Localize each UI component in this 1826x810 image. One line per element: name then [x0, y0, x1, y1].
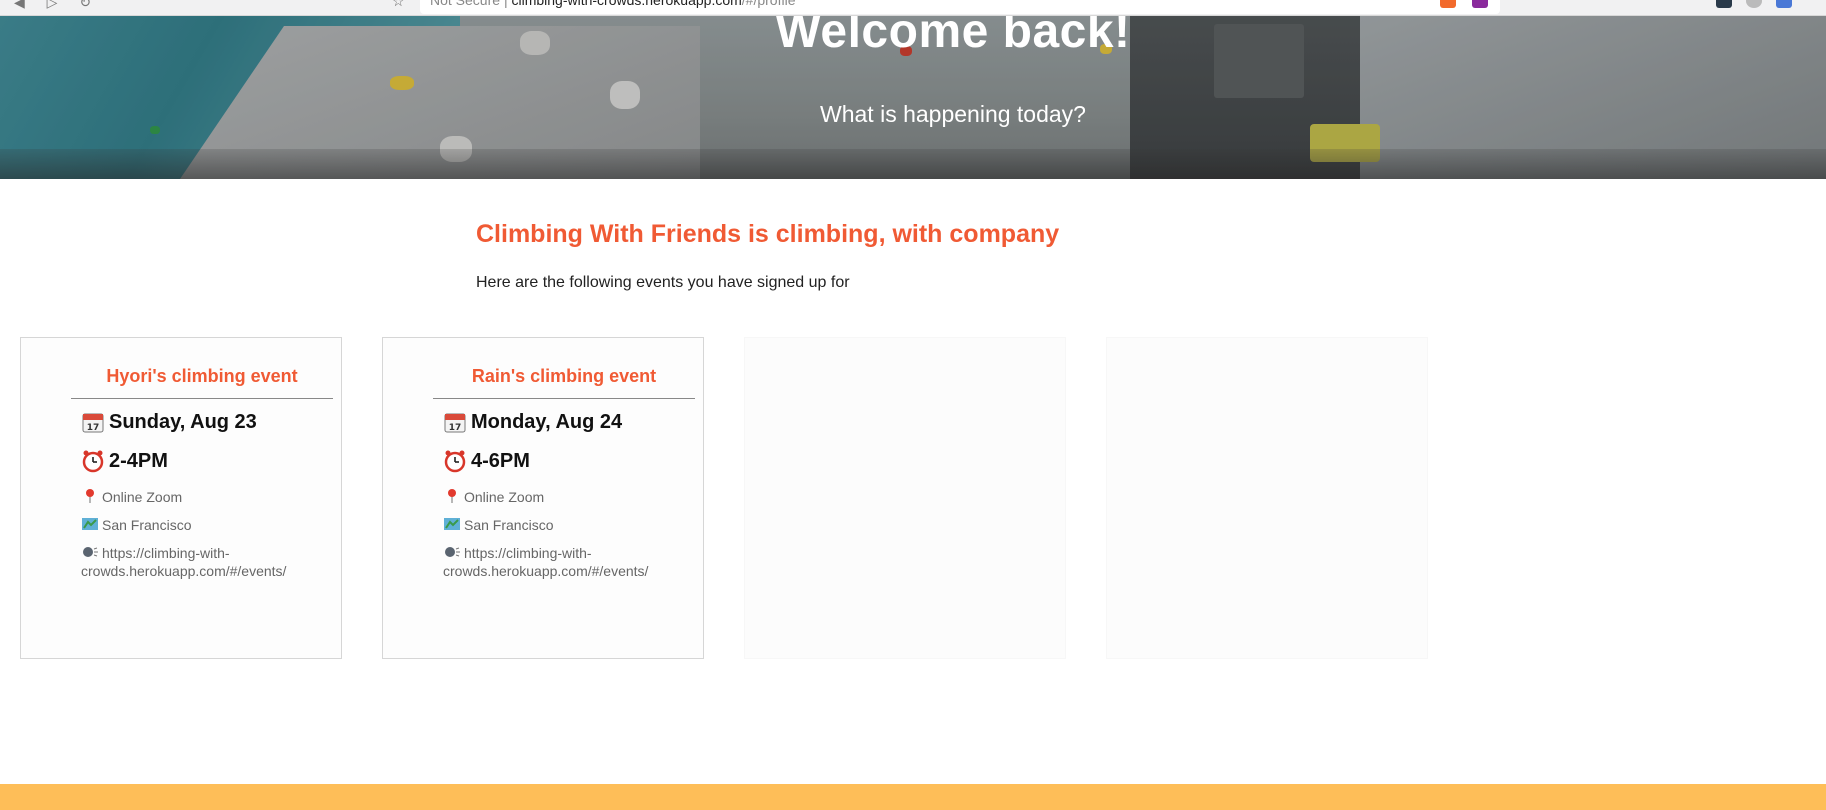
- speaking-head-icon: [445, 547, 460, 557]
- empty-event-card: [744, 337, 1066, 659]
- map-icon: [82, 518, 98, 530]
- event-city: San Francisco: [443, 516, 693, 534]
- extension-icon[interactable]: [1472, 0, 1488, 8]
- alarm-clock-icon: [82, 450, 104, 473]
- svg-text:17: 17: [87, 423, 100, 433]
- pin-icon: [448, 489, 456, 503]
- event-date: 17 Monday, Aug 24: [443, 410, 622, 434]
- address-bar[interactable]: Not Secure | climbing-with-crowds.heroku…: [420, 0, 1500, 14]
- event-time: 4-6PM: [443, 449, 530, 473]
- event-location: Online Zoom: [443, 488, 693, 506]
- divider: [433, 398, 695, 399]
- section-description: Here are the following events you have s…: [476, 274, 850, 291]
- event-title[interactable]: Hyori's climbing event: [71, 366, 333, 387]
- event-date: 17 Sunday, Aug 23: [81, 410, 257, 434]
- hero-banner: Welcome back! What is happening today?: [0, 16, 1826, 179]
- url-path: /#/profile: [741, 0, 796, 8]
- event-card[interactable]: Hyori's climbing event 17 Sunday, Aug 23…: [20, 337, 342, 659]
- hero-subtitle: What is happening today?: [820, 101, 1086, 127]
- divider: [71, 398, 333, 399]
- calendar-icon: 17: [444, 413, 466, 433]
- section-title: Climbing With Friends is climbing, with …: [476, 220, 1060, 248]
- event-link[interactable]: https://climbing-with-crowds.herokuapp.c…: [443, 544, 693, 580]
- forward-icon[interactable]: ▷: [47, 0, 58, 10]
- footer-bar: [0, 784, 1826, 810]
- pin-icon: [86, 489, 94, 503]
- hero-title: Welcome back!: [775, 16, 1131, 58]
- extension-icon[interactable]: [1716, 0, 1732, 8]
- bookmark-icon[interactable]: ☆: [392, 0, 405, 10]
- event-link[interactable]: https://climbing-with-crowds.herokuapp.c…: [81, 544, 331, 580]
- speaking-head-icon: [83, 547, 98, 557]
- reload-icon[interactable]: ↻: [79, 0, 91, 10]
- event-location: Online Zoom: [81, 488, 331, 506]
- map-icon: [444, 518, 460, 530]
- event-title[interactable]: Rain's climbing event: [433, 366, 695, 387]
- back-icon[interactable]: ◀: [14, 0, 25, 10]
- profile-icon[interactable]: [1746, 0, 1762, 8]
- calendar-icon: 17: [82, 413, 104, 433]
- event-time: 2-4PM: [81, 449, 168, 473]
- url-host: climbing-with-crowds.herokuapp.com: [511, 0, 742, 8]
- browser-toolbar: ◀ ▷ ↻ ☆ Not Secure | climbing-with-crowd…: [0, 0, 1826, 16]
- security-label: Not Secure: [430, 0, 501, 8]
- browser-nav: ◀ ▷ ↻: [14, 0, 109, 11]
- translate-icon[interactable]: [1776, 0, 1792, 8]
- svg-text:17: 17: [449, 423, 462, 433]
- shield-extension-icon[interactable]: [1440, 0, 1456, 8]
- event-card[interactable]: Rain's climbing event 17 Monday, Aug 24 …: [382, 337, 704, 659]
- alarm-clock-icon: [444, 450, 466, 473]
- empty-event-card: [1106, 337, 1428, 659]
- event-city: San Francisco: [81, 516, 331, 534]
